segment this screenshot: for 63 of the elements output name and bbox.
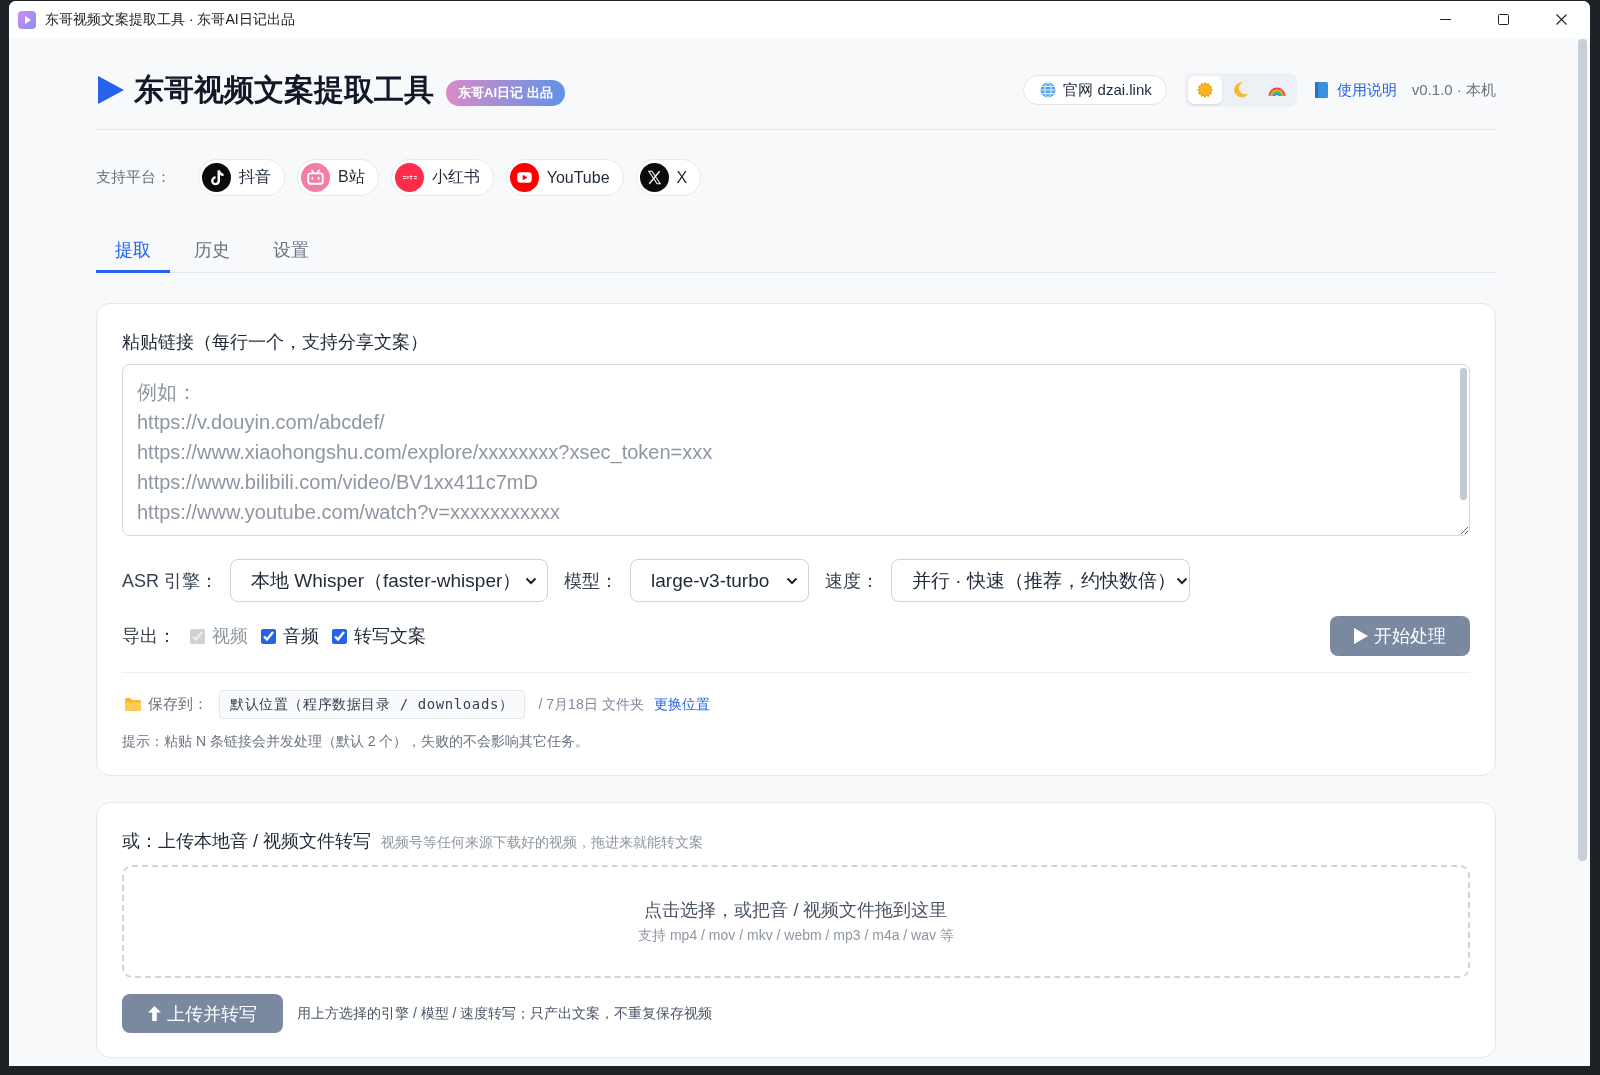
platforms-label: 支持平台： [96, 168, 171, 187]
folder-icon [125, 698, 141, 711]
play-icon [1354, 628, 1368, 644]
drop-zone-formats: 支持 mp4 / mov / mkv / webm / mp3 / m4a / wav 等 [638, 926, 954, 944]
save-label: 保存到： [148, 695, 208, 714]
tab[interactable]: 提取 [96, 228, 170, 273]
help-link[interactable]: 使用说明 [1314, 80, 1397, 100]
maximize-icon [1497, 14, 1509, 25]
engine-label: ASR 引擎： [122, 569, 218, 593]
platform-label: 小红书 [431, 167, 480, 187]
links-label: 粘贴链接（每行一个，支持分享文案） [122, 331, 429, 354]
x-logo-icon [639, 163, 669, 192]
play-icon [98, 76, 124, 104]
tab[interactable]: 历史 [175, 228, 249, 273]
checkbox[interactable] [332, 628, 347, 644]
drop-zone-title: 点击选择，或把音 / 视频文件拖到这里 [644, 899, 948, 921]
chevron-down-icon [1175, 576, 1188, 585]
play-icon [509, 163, 539, 192]
chevron-down-icon [786, 576, 798, 585]
app-icon [18, 10, 36, 29]
drop-zone[interactable]: 点击选择，或把音 / 视频文件拖到这里 支持 mp4 / mov / mkv / webm / mp3 / m4a / wav 等 [122, 865, 1470, 978]
checkbox-label: 转写文案 [354, 625, 426, 648]
platform-label: 抖音 [239, 167, 271, 187]
upload-note: 用上方选择的引擎 / 模型 / 速度转写；只产出文案，不重复保存视频 [297, 1004, 713, 1023]
checkbox-label: 视频 [212, 625, 248, 648]
minimize-icon [1439, 19, 1451, 20]
hint-text: 提示：粘贴 N 条链接会并发处理（默认 2 个），失败的不会影响其它任务。 [122, 732, 591, 751]
moon-icon [1231, 81, 1250, 99]
platform-label: YouTube [546, 168, 610, 187]
change-location-link[interactable]: 更换位置 [653, 695, 710, 714]
tab[interactable]: 设置 [254, 228, 328, 273]
version-label: v0.1.0 · 本机 [1411, 80, 1496, 100]
window-title: 东哥视频文案提取工具 · 东哥AI日记出品 [45, 10, 295, 29]
speed-label: 速度： [825, 569, 879, 593]
scrollbar-thumb[interactable] [1578, 39, 1587, 861]
upload-title: 或：上传本地音 / 视频文件转写 [122, 830, 371, 853]
model-select[interactable]: large-v3-turbo [630, 559, 809, 602]
close-icon [1555, 14, 1567, 25]
platform-label: B站 [338, 167, 365, 187]
light-theme-button[interactable] [1187, 76, 1222, 104]
checkbox-label: 音频 [283, 625, 319, 648]
brand-badge: 东哥AI日记 出品 [446, 79, 565, 106]
music-note-icon [202, 163, 231, 192]
export-label: 导出： [122, 625, 176, 648]
engine-select[interactable]: 本地 Whisper（faster-whisper） [230, 559, 548, 602]
sun-icon [1195, 81, 1214, 99]
scribble-icon [394, 163, 424, 192]
save-path-field: 默认位置（程序数据目录 / downloads） [219, 690, 525, 719]
checkbox[interactable] [261, 628, 276, 644]
globe-icon [1040, 82, 1057, 98]
folder-suffix: / 7月18日 文件夹 [538, 695, 644, 714]
speed-select[interactable]: 并行 · 快速（推荐，约快数倍） [891, 559, 1190, 602]
up-arrow-icon [148, 1006, 161, 1021]
platform-label: X [676, 168, 688, 187]
app-title: 东哥视频文案提取工具 [134, 71, 434, 108]
links-textarea[interactable]: 例如： https://v.douyin.com/abcdef/ https://www.xiaohongshu.com/explore/xxxxxxxx?xsec_token=xxx https://www.bilibili.com/video/BV1xx411c7mD https://www.youtube.com/watch?v=xxxxxxxxxxx [122, 364, 1470, 536]
chevron-down-icon [525, 576, 537, 585]
tv-icon [301, 163, 330, 192]
book-icon [1314, 82, 1328, 98]
website-link[interactable]: 官网 dzai.link [1023, 75, 1167, 105]
model-label: 模型： [564, 569, 618, 593]
upload-subtitle: 视频号等任何来源下载好的视频，拖进来就能转文案 [381, 833, 703, 852]
scrollbar-thumb[interactable] [1460, 368, 1467, 500]
